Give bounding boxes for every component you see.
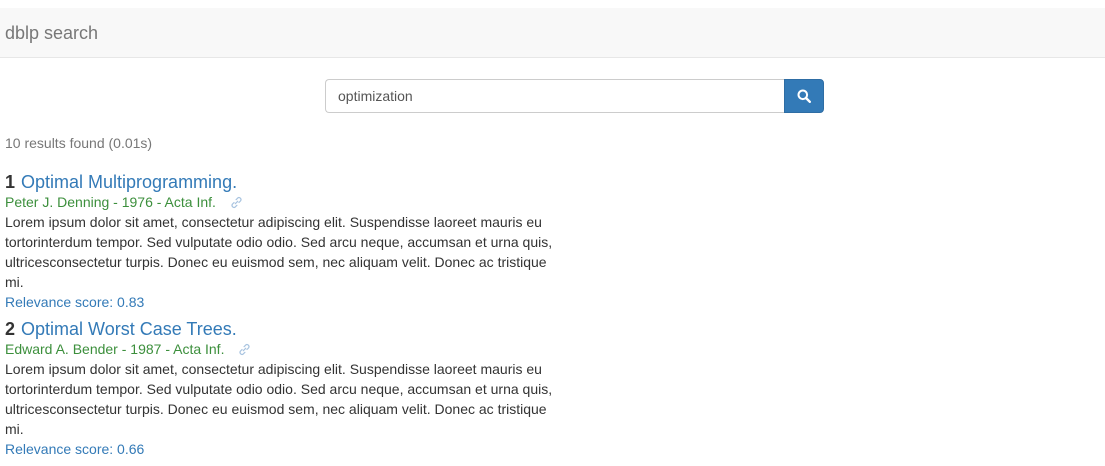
- result-title-link[interactable]: Optimal Multiprogramming.: [21, 172, 237, 192]
- result-title-line: 2 Optimal Worst Case Trees.: [5, 319, 565, 339]
- search-bar: [325, 79, 824, 113]
- result-meta: Peter J. Denning - 1976 - Acta Inf.: [5, 192, 565, 212]
- result-number: 1: [5, 172, 16, 192]
- result-title-line: 1 Optimal Multiprogramming.: [5, 172, 565, 192]
- result-abstract: Lorem ipsum dolor sit amet, consectetur …: [5, 361, 553, 437]
- search-input[interactable]: [325, 79, 784, 113]
- result-meta: Edward A. Bender - 1987 - Acta Inf.: [5, 339, 565, 359]
- results-count: 10 results found (0.01s): [5, 135, 153, 151]
- link-icon[interactable]: [230, 196, 243, 209]
- result-authors-year-venue: Peter J. Denning - 1976 - Acta Inf.: [5, 194, 216, 210]
- result-number: 2: [5, 319, 16, 339]
- result-abstract: Lorem ipsum dolor sit amet, consectetur …: [5, 214, 553, 290]
- brand-title[interactable]: dblp search: [5, 22, 98, 44]
- result-item: 1 Optimal Multiprogramming. Peter J. Denn…: [5, 172, 565, 312]
- link-icon[interactable]: [238, 343, 251, 356]
- results-list: 1 Optimal Multiprogramming. Peter J. Denn…: [5, 172, 565, 466]
- search-button[interactable]: [784, 79, 824, 113]
- relevance-score: Relevance score: 0.83: [5, 294, 145, 310]
- result-title-link[interactable]: Optimal Worst Case Trees.: [21, 319, 237, 339]
- relevance-score: Relevance score: 0.66: [5, 441, 145, 457]
- result-item: 2 Optimal Worst Case Trees. Edward A. Ben…: [5, 319, 565, 459]
- result-authors-year-venue: Edward A. Bender - 1987 - Acta Inf.: [5, 341, 225, 357]
- search-icon: [797, 89, 811, 103]
- navbar: dblp search: [0, 8, 1105, 58]
